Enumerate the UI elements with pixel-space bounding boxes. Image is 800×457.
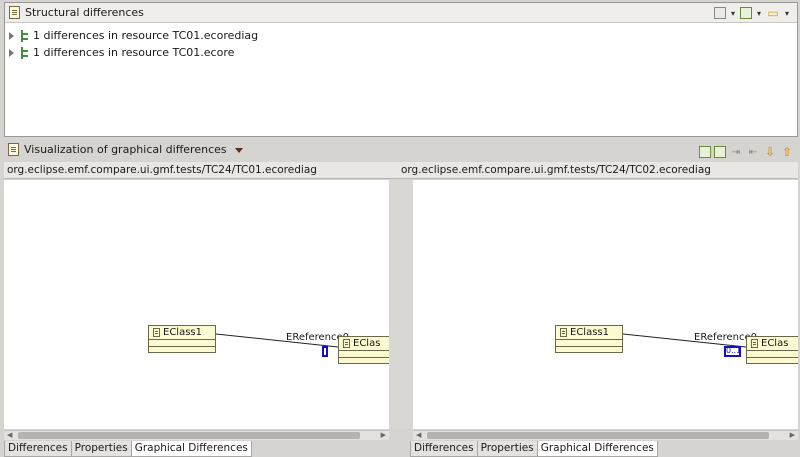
tab-properties[interactable]: Properties <box>476 441 538 457</box>
right-horizontal-scrollbar[interactable]: ◀ ▶ <box>413 430 798 440</box>
document-icon <box>8 142 19 156</box>
left-diagram-canvas[interactable]: EClass1 EReference0 EClas <box>4 180 389 429</box>
structural-differences-title: Structural differences <box>25 6 144 19</box>
dropdown-icon[interactable]: ▾ <box>729 6 737 20</box>
tab-graphical-differences[interactable]: Graphical Differences <box>536 441 658 457</box>
diff-group-icon <box>19 29 29 42</box>
filter-icon[interactable] <box>740 7 752 19</box>
tab-differences[interactable]: Differences <box>410 441 478 457</box>
left-pane-path: org.eclipse.emf.compare.ui.gmf.tests/TC2… <box>4 162 398 179</box>
expand-icon[interactable] <box>9 31 14 40</box>
visualization-title: Visualization of graphical differences <box>24 142 227 156</box>
left-horizontal-scrollbar[interactable]: ◀ ▶ <box>4 430 389 440</box>
scroll-left-icon[interactable]: ◀ <box>416 431 421 440</box>
eclass2-node[interactable]: EClas <box>746 336 798 364</box>
tree-item[interactable]: 1 differences in resource TC01.ecorediag <box>9 27 258 44</box>
save-icon[interactable] <box>714 7 726 19</box>
right-pane-path: org.eclipse.emf.compare.ui.gmf.tests/TC2… <box>398 162 798 179</box>
tree-item[interactable]: 1 differences in resource TC01.ecore <box>9 44 258 61</box>
differences-tree: 1 differences in resource TC01.ecorediag… <box>9 27 258 61</box>
copy-right-icon[interactable] <box>714 146 726 158</box>
tree-item-label: 1 differences in resource TC01.ecore <box>33 46 235 59</box>
merge-left-icon[interactable]: ⇤ <box>746 145 760 159</box>
eclass2-label: EClas <box>761 338 789 349</box>
scroll-right-icon[interactable]: ▶ <box>790 431 795 440</box>
prev-diff-icon[interactable]: ⇧ <box>780 145 794 159</box>
eclass2-label: EClas <box>353 338 381 349</box>
tab-graphical-differences[interactable]: Graphical Differences <box>130 441 252 457</box>
diff-marker[interactable]: 0..1 <box>724 346 741 357</box>
structural-differences-titlebar: Structural differences <box>5 3 797 23</box>
copy-left-icon[interactable] <box>699 146 711 158</box>
merge-right-icon[interactable]: ⇥ <box>729 145 743 159</box>
scroll-thumb[interactable] <box>427 432 769 439</box>
view-menu-icon[interactable] <box>234 147 243 153</box>
dropdown-icon[interactable]: ▾ <box>755 6 763 20</box>
center-gutter <box>389 180 413 429</box>
visualization-titlebar: Visualization of graphical differences <box>4 138 800 160</box>
scroll-left-icon[interactable]: ◀ <box>7 431 12 440</box>
expand-icon[interactable] <box>9 48 14 57</box>
document-icon <box>9 6 20 19</box>
class-icon <box>751 339 758 348</box>
class-icon <box>343 339 350 348</box>
tree-item-label: 1 differences in resource TC01.ecorediag <box>33 29 259 42</box>
reference-edge[interactable] <box>413 180 798 429</box>
next-diff-icon[interactable]: ⇩ <box>763 145 777 159</box>
right-diagram-canvas[interactable]: EClass1 EReference0 0..1 EClas <box>413 180 798 429</box>
dropdown-icon[interactable]: ▾ <box>783 6 791 20</box>
diff-marker[interactable] <box>322 346 328 357</box>
diff-group-icon <box>19 46 29 59</box>
scroll-right-icon[interactable]: ▶ <box>381 431 386 440</box>
eclass2-node[interactable]: EClas <box>338 336 389 364</box>
right-tab-bar: Differences Properties Graphical Differe… <box>410 441 658 457</box>
reference-edge[interactable] <box>4 180 389 429</box>
tab-differences[interactable]: Differences <box>4 441 72 457</box>
tab-properties[interactable]: Properties <box>70 441 132 457</box>
open-folder-icon[interactable]: ▭ <box>766 6 780 20</box>
structural-differences-panel: Structural differences ▾ ▾ ▭ ▾ 1 differe… <box>4 2 798 137</box>
left-tab-bar: Differences Properties Graphical Differe… <box>4 441 252 457</box>
structural-toolbar: ▾ ▾ ▭ ▾ <box>714 6 791 20</box>
scroll-thumb[interactable] <box>18 432 360 439</box>
visualization-toolbar: ⇥ ⇤ ⇩ ⇧ <box>699 145 794 159</box>
